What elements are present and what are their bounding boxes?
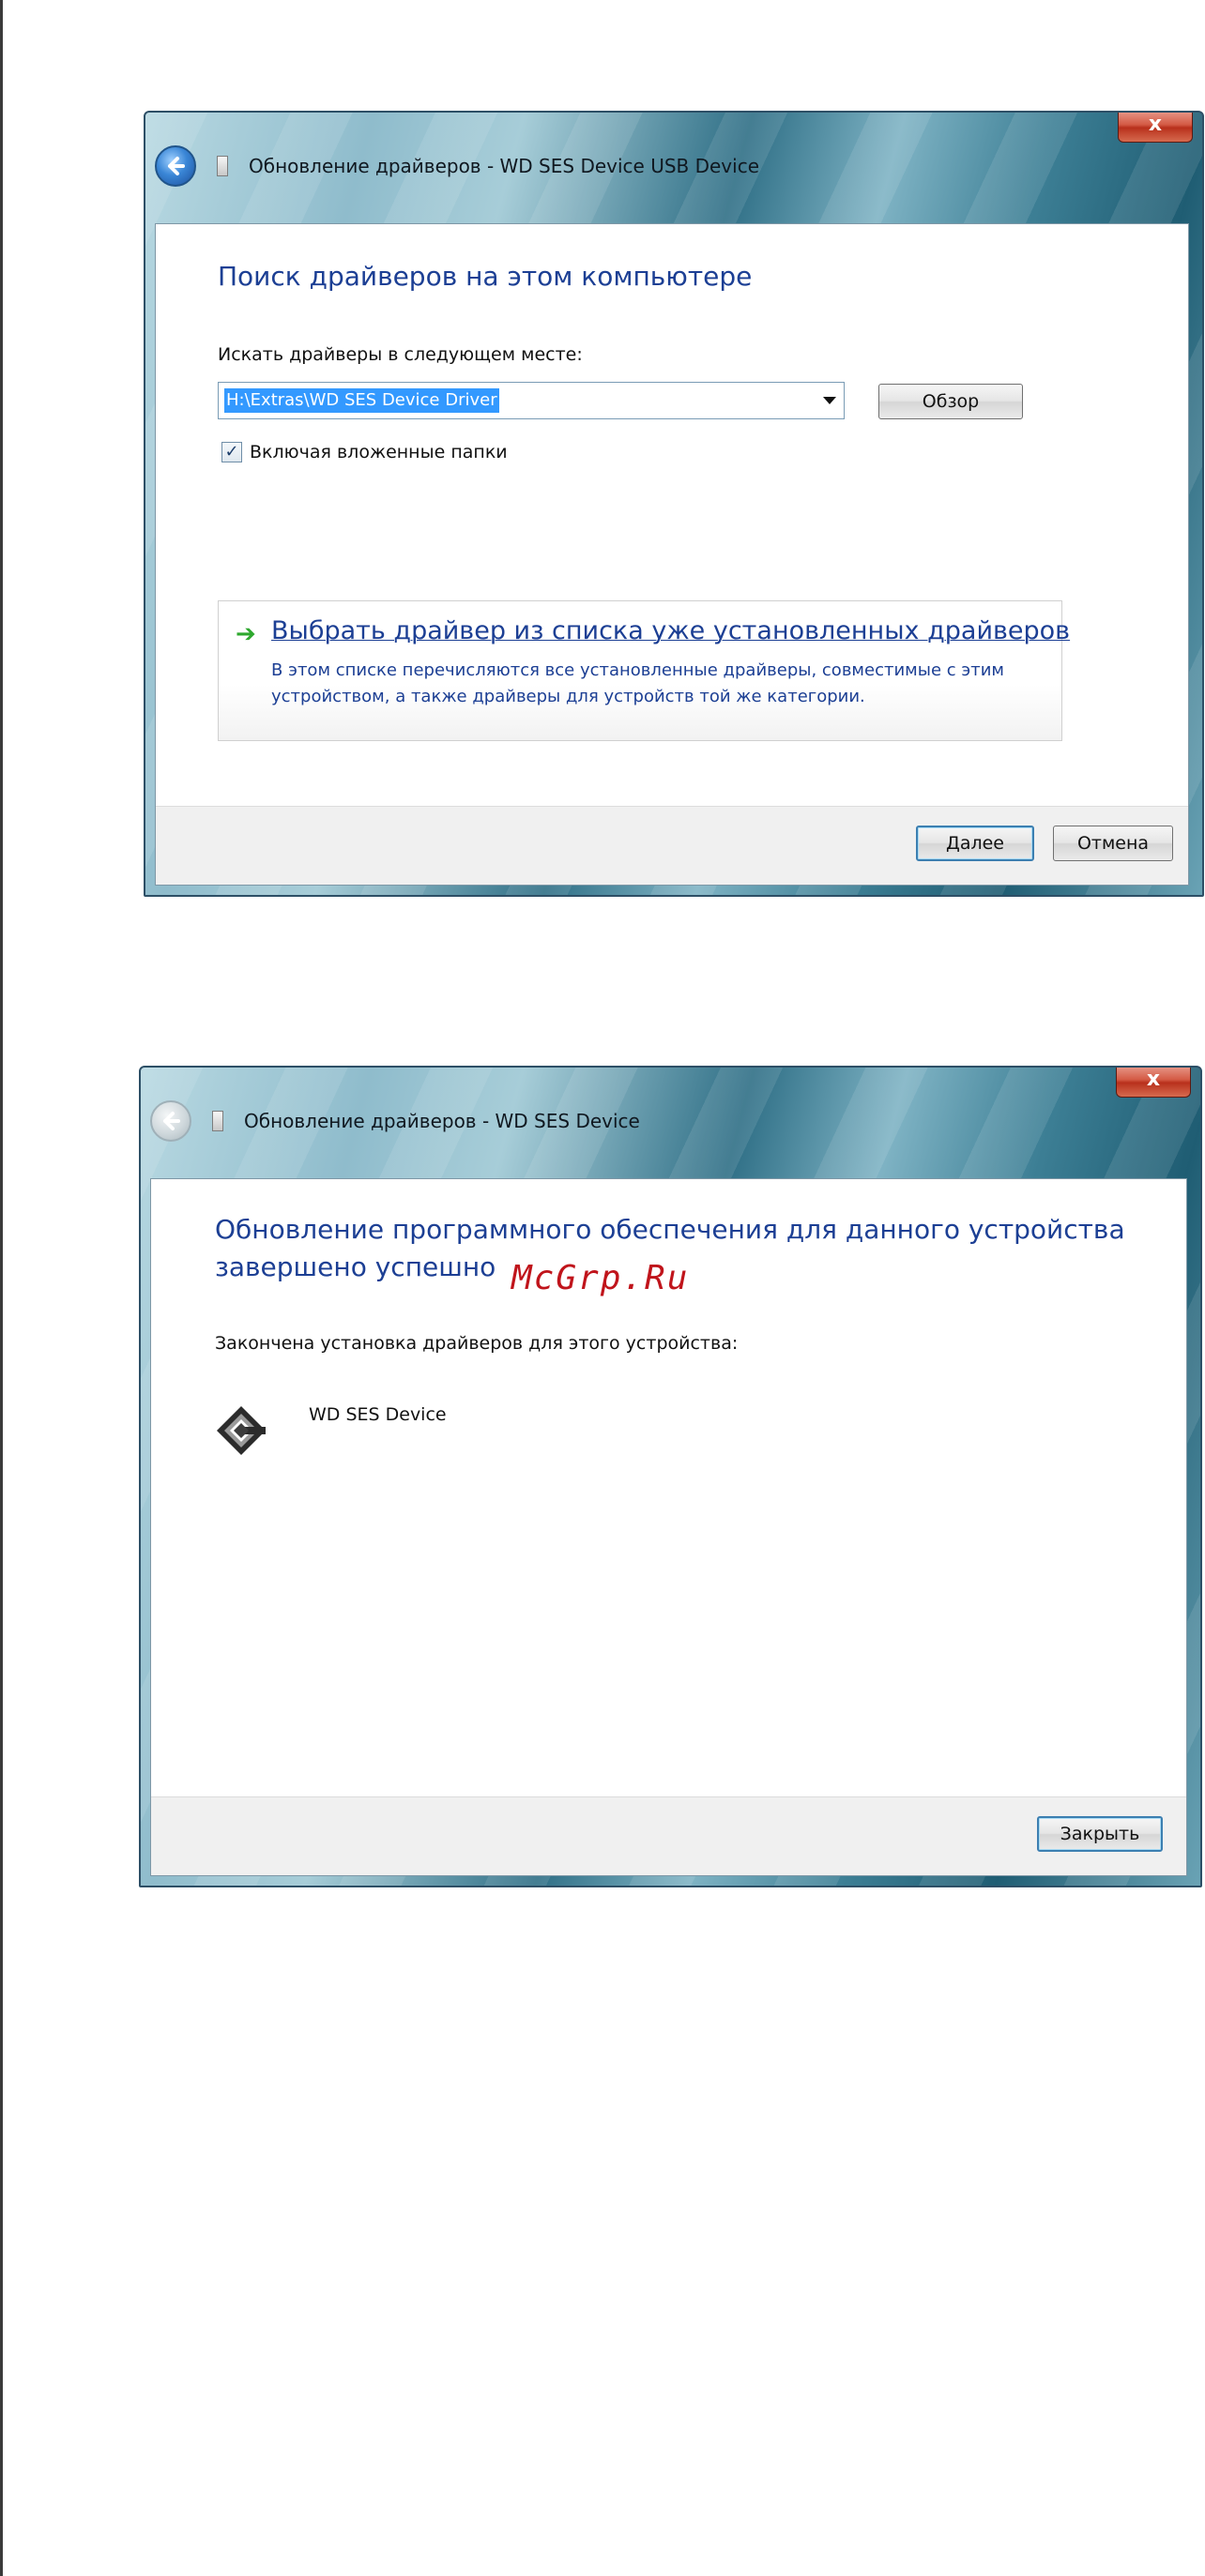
usb-device-icon [217,156,228,176]
page-heading: Обновление программного обеспечения для … [215,1214,1125,1282]
driver-search-dialog: x Обновление драйверов - WD SES Device U… [144,111,1204,897]
close-button[interactable]: x [1118,113,1193,143]
update-complete-dialog: x Обновление драйверов - WD SES Device О… [139,1066,1202,1887]
title-bar: Обновление драйверов - WD SES Device [150,1092,640,1150]
device-name: WD SES Device [309,1404,447,1425]
include-subfolders-label[interactable]: Включая вложенные папки [250,442,508,462]
pick-driver-link[interactable]: Выбрать драйвер из списка уже установлен… [271,616,1070,645]
window-title: Обновление драйверов - WD SES Device [244,1110,640,1132]
usb-device-icon [212,1111,223,1131]
back-arrow-icon [163,1112,180,1130]
checkmark-icon: ✓ [224,442,239,462]
page-left-border [0,0,3,2576]
pick-driver-option[interactable]: ➔ Выбрать драйвер из списка уже установл… [218,600,1070,741]
close-button[interactable]: x [1116,1068,1191,1098]
path-value: H:\Extras\WD SES Device Driver [224,388,499,413]
close-dialog-button[interactable]: Закрыть [1037,1816,1163,1852]
watermark: McGrp.Ru [511,1259,690,1297]
browse-button[interactable]: Обзор [878,384,1023,419]
dialog-footer: Закрыть [151,1796,1186,1875]
content-panel: Поиск драйверов на этом компьютере Искат… [155,223,1189,886]
dropdown-arrow-icon[interactable] [823,397,836,404]
next-button[interactable]: Далее [916,826,1034,861]
include-subfolders-checkbox[interactable]: ✓ [221,442,242,462]
wd-device-icon [217,1406,266,1455]
window-title: Обновление драйверов - WD SES Device USB… [249,155,760,177]
cancel-button[interactable]: Отмена [1053,826,1173,861]
install-complete-label: Закончена установка драйверов для этого … [215,1333,739,1354]
title-bar: Обновление драйверов - WD SES Device USB… [155,137,759,195]
path-combobox[interactable]: H:\Extras\WD SES Device Driver [218,382,845,419]
pick-driver-description: В этом списке перечисляются все установл… [271,660,1005,706]
page-heading: Поиск драйверов на этом компьютере [218,261,753,292]
search-location-label: Искать драйверы в следующем месте: [218,344,583,365]
back-button[interactable] [155,145,196,187]
back-arrow-icon [168,157,185,175]
back-button[interactable] [150,1100,191,1142]
dialog-footer: Далее Отмена [156,806,1188,885]
green-arrow-icon: ➔ [236,620,256,648]
